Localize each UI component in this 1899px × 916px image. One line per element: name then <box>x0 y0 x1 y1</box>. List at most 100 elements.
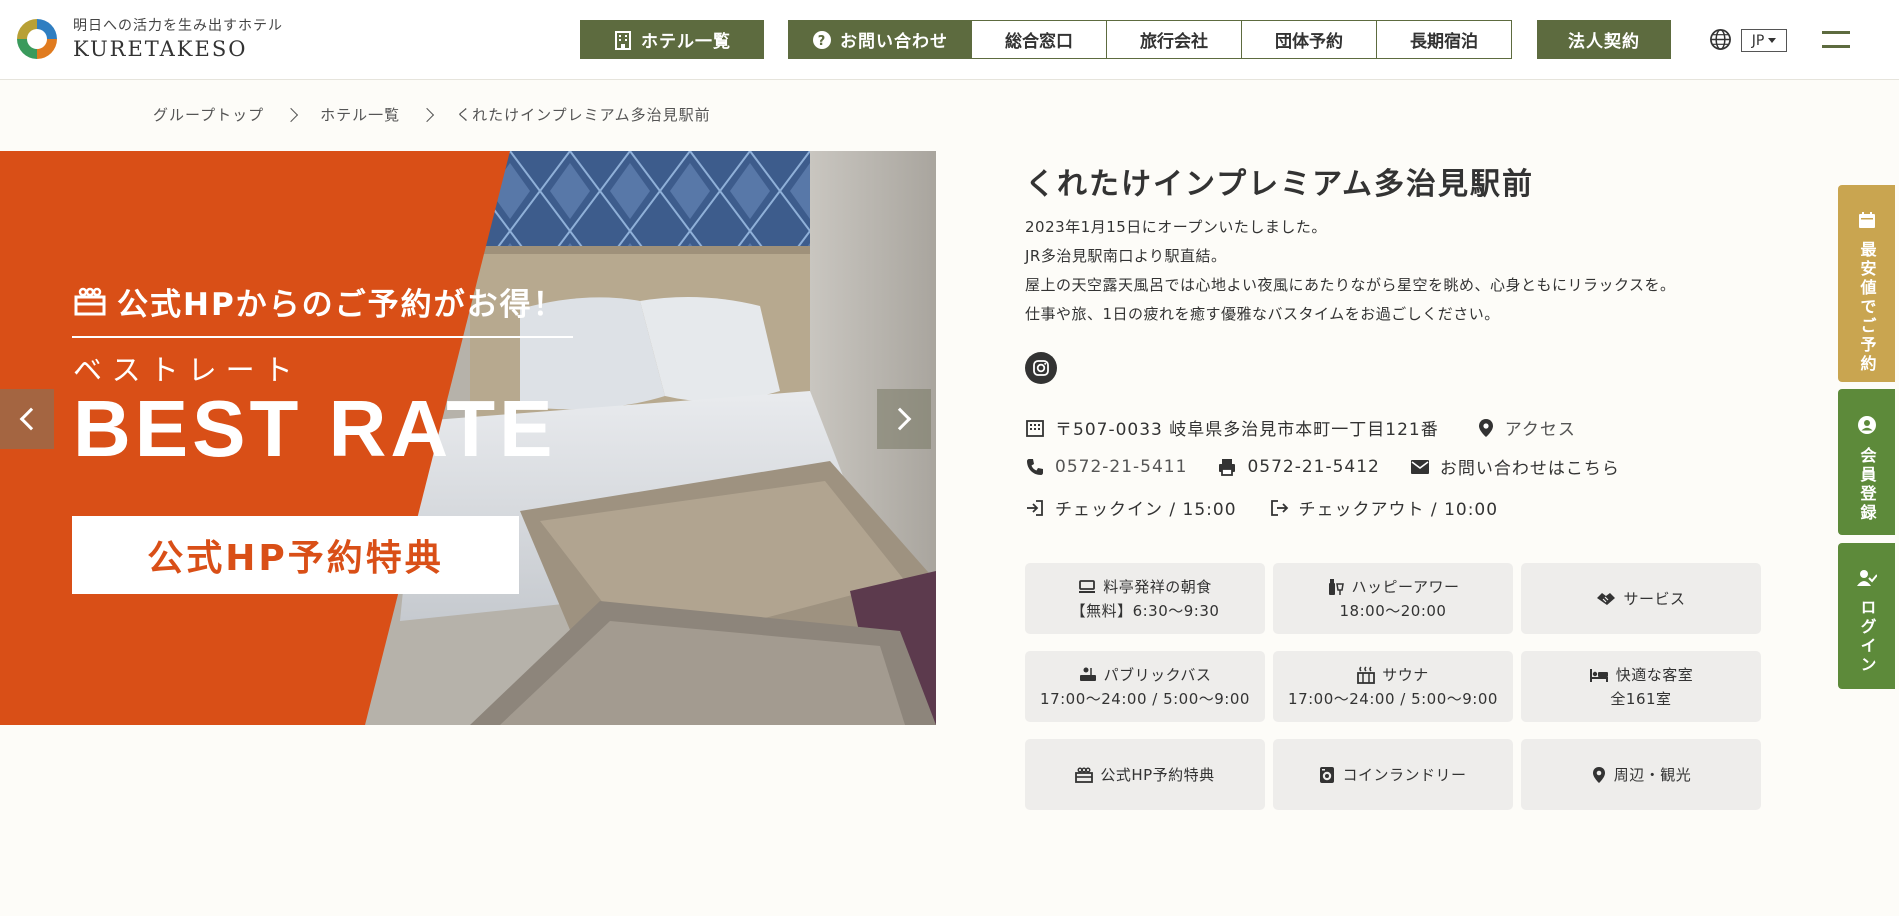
menu-bar-bottom <box>1822 45 1850 48</box>
brand-name[interactable]: KURETAKESO <box>73 37 247 61</box>
carousel-prev-button[interactable] <box>0 389 54 449</box>
feature-title: パブリックバス <box>1103 665 1212 684</box>
feature-title: 料亭発祥の朝食 <box>1103 577 1212 596</box>
feature-breakfast[interactable]: 料亭発祥の朝食 【無料】6:30〜9:30 <box>1025 563 1265 634</box>
feature-rooms[interactable]: 快適な客室 全161室 <box>1521 651 1761 722</box>
feature-title: コインランドリー <box>1342 765 1467 784</box>
language-value: JP <box>1751 32 1765 49</box>
chevron-right-icon <box>420 107 435 122</box>
long-stay-link[interactable]: 長期宿泊 <box>1376 20 1512 59</box>
feature-sub: 17:00〜24:00 / 5:00〜9:00 <box>1288 689 1498 708</box>
chevron-right-icon <box>284 107 299 122</box>
language-select[interactable]: JP <box>1741 29 1787 52</box>
best-price-booking-tab[interactable]: 最安値でご予約 <box>1838 185 1895 382</box>
checkout-time: チェックアウト / 10:00 <box>1298 500 1499 520</box>
promo-benefit-box: 公式HP予約特典 <box>72 516 519 594</box>
breadcrumb-current: くれたけインプレミアム多治見駅前 <box>456 106 711 124</box>
checkin-time: チェックイン / 15:00 <box>1055 500 1237 520</box>
carousel-next-button[interactable] <box>877 389 931 449</box>
feature-official-benefit[interactable]: 公式HP予約特典 <box>1025 739 1265 810</box>
access-link[interactable]: アクセス <box>1477 415 1576 440</box>
address-row: 〒507-0033 岐阜県多治見市本町一丁目121番 アクセス <box>1025 415 1576 440</box>
fax-item: 0572-21-5412 <box>1217 457 1379 477</box>
phone-number: 0572-21-5411 <box>1055 456 1188 477</box>
phone-icon <box>1027 458 1043 475</box>
printer-icon <box>1219 458 1236 476</box>
travel-agency-link[interactable]: 旅行会社 <box>1106 20 1242 59</box>
sauna-icon <box>1357 665 1376 684</box>
description-line: JR多治見駅南口より駅直結。 <box>1025 247 1227 265</box>
checkin-row: チェックイン / 15:00 チェックアウト / 10:00 <box>1025 495 1498 520</box>
gift-icon <box>74 287 106 315</box>
instagram-icon[interactable] <box>1025 352 1057 384</box>
hamburger-menu-button[interactable] <box>1822 28 1852 52</box>
mail-icon <box>1410 459 1429 474</box>
building-icon <box>1026 419 1044 437</box>
phone-item[interactable]: 0572-21-5411 <box>1025 457 1187 477</box>
member-label: 会員登録 <box>1857 447 1877 523</box>
feature-sub: 17:00〜24:00 / 5:00〜9:00 <box>1040 689 1250 708</box>
feature-sauna[interactable]: サウナ 17:00〜24:00 / 5:00〜9:00 <box>1273 651 1513 722</box>
feature-service[interactable]: サービス <box>1521 563 1761 634</box>
handshake-icon <box>1597 592 1616 605</box>
bed-icon <box>1589 668 1608 682</box>
checkin-item: チェックイン / 15:00 <box>1025 495 1237 520</box>
member-registration-tab[interactable]: 会員登録 <box>1838 389 1895 535</box>
kuretakeso-logo-icon[interactable] <box>14 16 60 62</box>
calendar-icon <box>1858 212 1875 228</box>
corporate-contract-button[interactable]: 法人契約 <box>1537 20 1671 59</box>
feature-sightseeing[interactable]: 周辺・観光 <box>1521 739 1761 810</box>
feature-title: サウナ <box>1382 665 1429 684</box>
feature-laundry[interactable]: コインランドリー <box>1273 739 1513 810</box>
promo-divider <box>72 336 573 338</box>
feature-happy-hour[interactable]: ハッピーアワー 18:00〜20:00 <box>1273 563 1513 634</box>
site-tagline: 明日への活力を生み出すホテル <box>73 18 283 34</box>
login-arrow-icon <box>1027 499 1043 516</box>
happy-hour-icon <box>1328 578 1344 595</box>
breadcrumb: グループトップ ホテル一覧 くれたけインプレミアム多治見駅前 <box>153 104 711 125</box>
feature-sub: 18:00〜20:00 <box>1339 601 1447 620</box>
hotel-list-label: ホテル一覧 <box>641 32 731 52</box>
contact-row: 0572-21-5411 0572-21-5412 お問い合わせはこちら <box>1025 454 1620 479</box>
group-booking-link[interactable]: 団体予約 <box>1241 20 1377 59</box>
chevron-right-icon <box>888 407 912 431</box>
contact-button[interactable]: ? お問い合わせ <box>788 20 972 59</box>
login-tab[interactable]: ログイン <box>1838 543 1895 689</box>
fax-number: 0572-21-5412 <box>1247 456 1380 477</box>
hero-carousel[interactable]: 公式HPからのご予約がお得！ ベストレート BEST RATE 公式HP予約特典 <box>0 151 936 725</box>
description-line: 仕事や旅、1日の疲れを癒す優雅なバスタイムをお過ごしください。 <box>1025 305 1500 323</box>
globe-icon[interactable] <box>1709 28 1732 51</box>
feature-grid: 料亭発祥の朝食 【無料】6:30〜9:30 ハッピーアワー 18:00〜20:0… <box>1025 563 1761 810</box>
logout-arrow-icon <box>1270 499 1288 516</box>
login-label: ログイン <box>1857 599 1877 675</box>
question-circle-icon: ? <box>813 30 831 49</box>
inquiry-link[interactable]: お問い合わせはこちら <box>1410 454 1620 479</box>
breadcrumb-hotel-list[interactable]: ホテル一覧 <box>320 104 400 125</box>
description-line: 2023年1月15日にオープンいたしました。 <box>1025 218 1327 236</box>
checkout-item: チェックアウト / 10:00 <box>1269 495 1499 520</box>
address-text: 〒507-0033 岐阜県多治見市本町一丁目121番 <box>1055 420 1439 440</box>
general-desk-link[interactable]: 総合窓口 <box>971 20 1107 59</box>
bath-icon <box>1079 667 1096 681</box>
user-check-icon <box>1856 570 1877 586</box>
building-icon <box>615 30 631 50</box>
feature-title: 公式HP予約特典 <box>1100 765 1215 784</box>
access-label: アクセス <box>1504 420 1576 440</box>
hotel-description: 2023年1月15日にオープンいたしました。 JR多治見駅南口より駅直結。 屋上… <box>1025 213 1676 329</box>
svg-text:?: ? <box>818 34 827 49</box>
feature-public-bath[interactable]: パブリックバス 17:00〜24:00 / 5:00〜9:00 <box>1025 651 1265 722</box>
breadcrumb-group-top[interactable]: グループトップ <box>153 104 264 125</box>
chevron-down-icon <box>1768 38 1777 43</box>
user-circle-icon <box>1857 416 1876 434</box>
map-pin-icon <box>1478 418 1493 437</box>
hotel-list-button[interactable]: ホテル一覧 <box>580 20 764 59</box>
gift-icon <box>1075 767 1094 783</box>
best-rate-title: BEST RATE <box>73 384 557 473</box>
promo-headline: 公式HPからのご予約がお得！ <box>73 279 566 324</box>
site-header: 明日への活力を生み出すホテル KURETAKESO ホテル一覧 ? お問い合わせ… <box>0 0 1899 80</box>
address-item: 〒507-0033 岐阜県多治見市本町一丁目121番 <box>1025 415 1439 440</box>
feature-sub: 【無料】6:30〜9:30 <box>1070 601 1220 620</box>
feature-title: ハッピーアワー <box>1351 577 1460 596</box>
inquiry-label: お問い合わせはこちら <box>1439 459 1620 479</box>
feature-title: 快適な客室 <box>1615 665 1694 684</box>
